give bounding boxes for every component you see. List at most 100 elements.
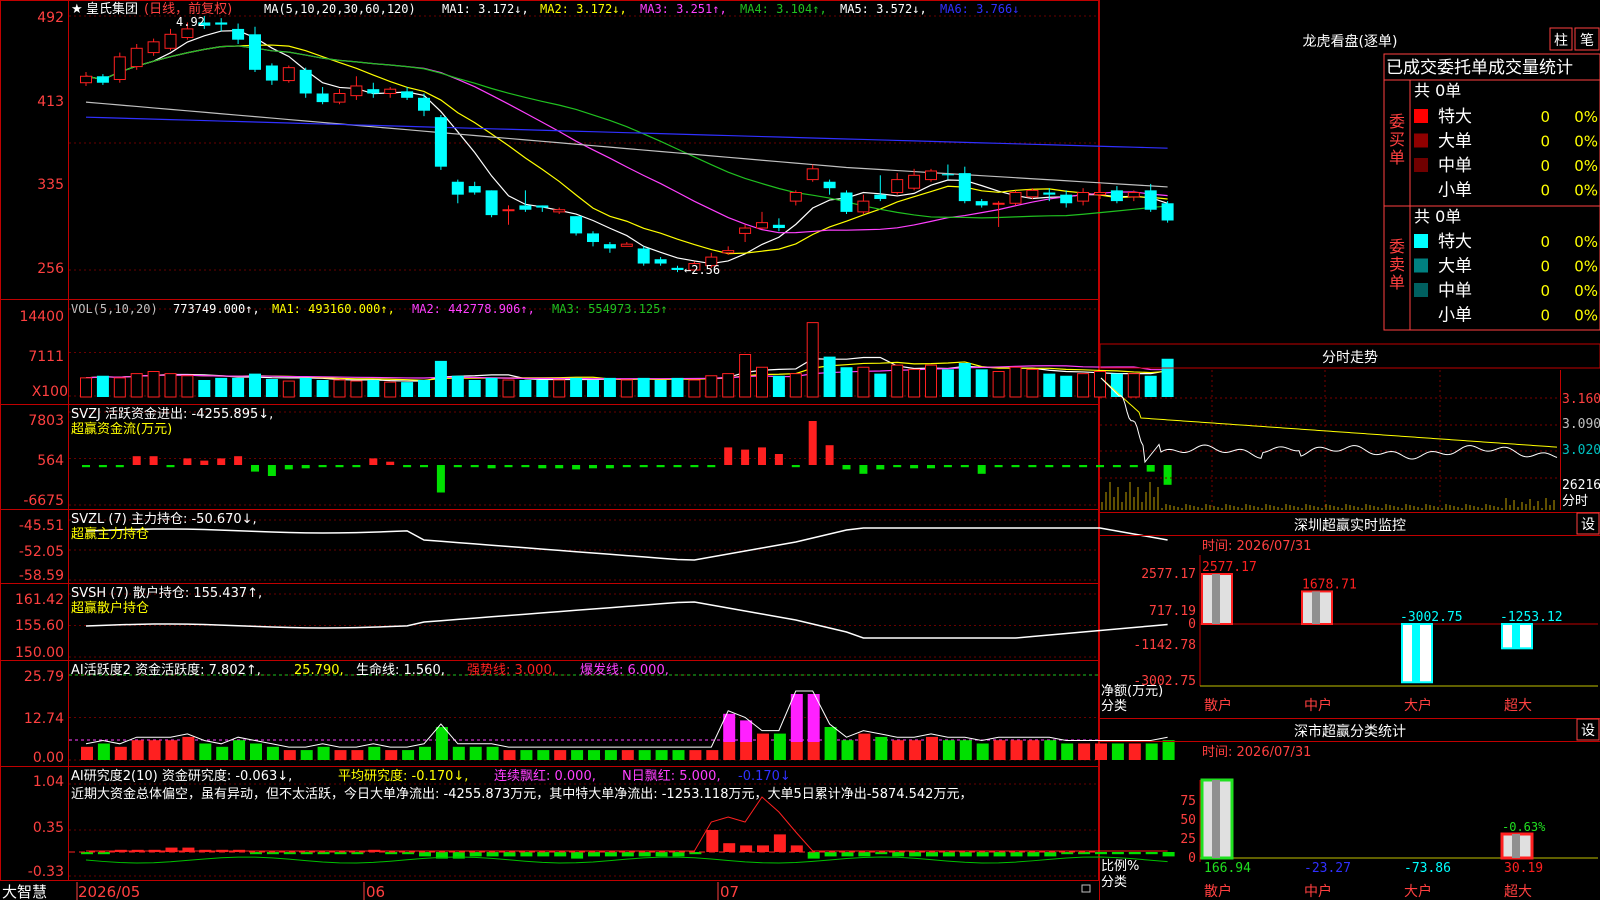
candle-body	[671, 267, 684, 270]
monitor-ytick: -1142.78	[1133, 638, 1196, 653]
ai2-bar	[942, 852, 955, 857]
order-row-pct: 0%	[1574, 108, 1598, 126]
volume-bar	[603, 377, 616, 397]
monitor-bar-stripe	[1312, 591, 1320, 624]
sell-side-label: 委卖单	[1389, 237, 1405, 292]
y-tick: 25.79	[24, 669, 64, 685]
tab-bar-label: 柱	[1554, 33, 1568, 49]
ma20-line	[85, 45, 1168, 234]
candle-body	[147, 41, 160, 54]
monitor-bar-stripe	[1412, 624, 1420, 683]
svzj-bar	[1096, 465, 1104, 468]
svzj-bar	[436, 465, 445, 493]
ai2-header: AI研究度2(10) 资金研究度: -0.063↓, 平均研究度: -0.170…	[71, 768, 972, 802]
ai2-bar	[1145, 852, 1158, 855]
candle-body	[1043, 192, 1056, 195]
candle-body	[772, 224, 785, 229]
ai2-bar	[1095, 852, 1107, 855]
volume-bar	[1094, 371, 1106, 398]
svzj-bar	[555, 465, 564, 469]
svzj-bar	[673, 465, 682, 468]
ai1-bar	[250, 743, 262, 760]
ma-label: MA(5,10,20,30,60,120)	[264, 2, 416, 16]
vol-ma5	[85, 356, 1168, 382]
order-row-value: 0	[1540, 282, 1550, 300]
ai2-bar	[486, 852, 499, 857]
volume-bar	[519, 380, 532, 397]
candle-body	[840, 192, 853, 212]
candle-body	[975, 201, 988, 206]
svzj-bar	[943, 465, 952, 468]
monitor-bar-stripe	[1212, 574, 1220, 624]
volume-bar	[384, 381, 397, 398]
ai1-header: AI活跃度2 资金活跃度: 7.802↑, 25.790, 生命线: 1.560…	[71, 662, 669, 678]
svzj-bar	[758, 447, 766, 465]
volume-bar	[215, 377, 228, 397]
class-ytick: 50	[1180, 813, 1196, 828]
svzj-bar	[707, 465, 716, 468]
ai1-bar	[216, 746, 229, 760]
ai1-bar	[452, 746, 465, 760]
moving-average-lines	[85, 30, 1168, 382]
y-tick: 413	[37, 94, 64, 110]
y-tick: 161.42	[15, 592, 64, 608]
stock-name[interactable]: 皇氏集团	[86, 1, 138, 17]
volume-bar	[637, 377, 650, 397]
buy-side-label: 委买单	[1389, 112, 1405, 167]
order-row-name: 小单	[1438, 306, 1472, 326]
candle-body	[637, 248, 650, 264]
y-tick: 564	[37, 453, 64, 469]
vol-ma3: MA3: 554973.125↑	[552, 302, 668, 316]
class-category: 大户	[1404, 883, 1432, 900]
volume-bar	[1026, 368, 1039, 398]
ai2-bar	[520, 852, 533, 857]
svzj-bar	[318, 465, 327, 468]
ai1-bar	[1145, 743, 1158, 760]
svsh-line	[85, 601, 1168, 639]
order-row-pct: 0%	[1574, 157, 1598, 175]
ai1-bar	[1095, 743, 1107, 760]
ai1-bar	[858, 733, 871, 760]
ai1-label: AI活跃度2 资金活跃度: 7.802↑,	[71, 662, 261, 678]
candle-body	[485, 190, 498, 216]
volume-bar	[908, 368, 921, 398]
candle-body	[164, 33, 177, 49]
volume-bar	[418, 380, 430, 397]
ai1-bar	[807, 742, 820, 760]
stock-chart-canvas[interactable]: 492 413 335 256 14400 7111 X100 7803 564…	[0, 0, 1600, 900]
candle-body	[1110, 190, 1123, 202]
class-ytick: 25	[1180, 832, 1196, 847]
ma4-value: MA4: 3.104↑,	[740, 2, 827, 16]
volume-bar	[451, 375, 464, 397]
tab-tick-label: 笔	[1580, 33, 1594, 49]
volume-bar	[502, 379, 515, 398]
ai2-bar	[976, 852, 989, 857]
volume-bar	[434, 360, 447, 397]
svzj-bar	[994, 465, 1003, 468]
volume-bar	[130, 373, 143, 398]
svzj-bar	[724, 447, 733, 465]
volume-bar	[975, 369, 988, 397]
svzl-header: SVZL (7) 主力持仓: -50.670↓, 超赢主力持仓	[71, 512, 257, 542]
monitor-ytick: 2577.17	[1141, 567, 1196, 582]
svzj-bar	[1062, 465, 1071, 468]
order-row-pct: 0%	[1574, 282, 1598, 300]
order-row-pct: 0%	[1574, 133, 1598, 151]
svzj-bar	[352, 465, 361, 468]
volume-bar	[958, 363, 971, 397]
svzj-sub: 超赢资金流(万元)	[71, 421, 172, 437]
svzj-bar	[470, 465, 479, 468]
candle-body	[333, 92, 346, 103]
ai1-bar	[706, 750, 719, 760]
candle-body	[113, 56, 126, 80]
class-bar-stripe	[1512, 834, 1520, 858]
ai1-bar	[199, 743, 212, 760]
y-axis-svzj: 7803 564 -6675	[23, 413, 64, 509]
intraday-vol-unit: 分时	[1562, 494, 1588, 509]
ai2-bar	[1027, 852, 1040, 857]
order-row-value: 0	[1540, 108, 1550, 126]
ai2-bar	[790, 845, 803, 852]
monitor-bar-label: 1678.71	[1302, 577, 1357, 592]
ai2-red-line	[86, 796, 1168, 852]
monitor-time: 时间: 2026/07/31	[1202, 539, 1311, 554]
